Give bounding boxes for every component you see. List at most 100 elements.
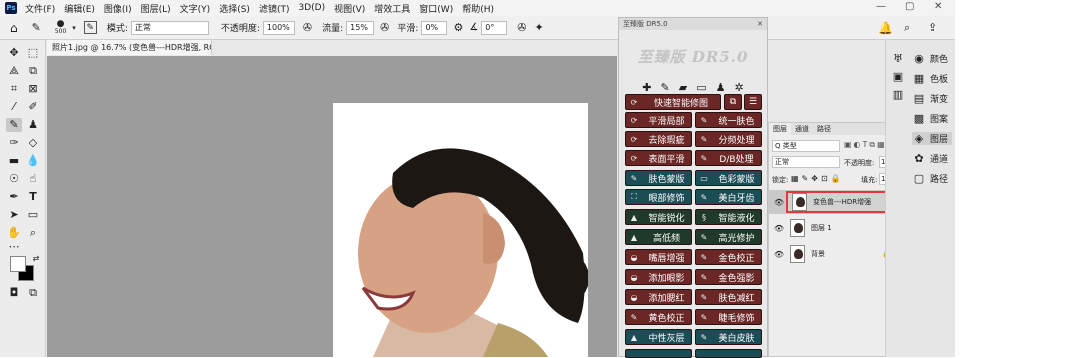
menu-plugins[interactable]: 增效工具 [374,2,410,15]
neutral-gray-button[interactable]: ▲ 中性灰层 [625,329,692,345]
zoom-tool-icon[interactable]: ⌕ [25,226,41,240]
gradient-tool-icon[interactable]: ▬ [6,154,22,168]
quick-smart-retouch-button[interactable]: ⟳ 快速智能修图 [625,94,721,110]
reduce-redness-button[interactable]: ✎ 肤色减红 [695,289,762,305]
quick-select-tool-icon[interactable]: ⟁ [6,64,22,78]
whiten-skin-button[interactable]: ✎ 美白皮肤 [695,329,762,345]
document-tab[interactable]: 照片1.jpg @ 16.7% (变色兽---HDR增强, RGB/8) * [47,40,212,55]
add-eyeshadow-button[interactable]: ◒ 添加眼影 [625,269,692,285]
dodge-tool-icon[interactable]: ☉ [6,172,22,186]
healing-brush-tool-icon[interactable]: ✐ [25,100,41,114]
swap-colors-icon[interactable]: ⇄ [28,252,44,266]
dock-channels[interactable]: ✿ 通道 [912,152,948,165]
pressure-opacity-icon[interactable]: ✇ [303,21,312,34]
menu-type[interactable]: 文字(Y) [180,2,211,15]
tab-channels[interactable]: 通道 [791,123,813,135]
screen-mode-icon[interactable]: ⧉ [25,286,41,300]
hand-tool-icon[interactable]: ✋ [6,226,22,240]
lock-options-icons[interactable]: ▦✎✥⊡🔒 [791,174,844,183]
copy-icon[interactable]: ⧉ [724,94,742,110]
pencil-icon[interactable]: ✎ [661,81,670,94]
menu-image[interactable]: 图像(I) [104,2,132,15]
flow-field[interactable]: 15% [346,20,375,35]
smudge-tool-icon[interactable]: ☝ [25,172,41,186]
menu-filter[interactable]: 滤镜(T) [259,2,290,15]
pen-tool-icon[interactable]: ✒ [6,190,22,204]
stamp-tool-icon[interactable]: ♟ [25,118,41,132]
angle-field[interactable]: 0° [481,20,508,35]
airbrush-icon[interactable]: ✇ [380,21,389,34]
pressure-size-icon[interactable]: ✇ [517,21,526,34]
tab-paths[interactable]: 路径 [813,123,835,135]
brush-tool-icon[interactable]: ✎ [6,118,22,132]
menu-edit[interactable]: 编辑(E) [64,2,95,15]
move-tool-icon[interactable]: ✥ [6,46,22,60]
brush-preset-picker[interactable]: ● 500 [55,19,66,36]
gold-correction-button[interactable]: ✎ 金色校正 [695,249,762,265]
dock-layers[interactable]: ◈ 图层 [912,132,952,145]
share-icon[interactable]: ⇪ [928,21,937,34]
mode-select[interactable]: 正常 [130,20,209,35]
sliders-icon[interactable]: ☰ [744,94,762,110]
dock-paths[interactable]: ▢ 路径 [912,172,948,185]
eye-icon[interactable]: 👁 [772,224,786,233]
eye-icon[interactable]: 👁 [772,198,786,207]
blend-mode-select[interactable]: 正常 [772,156,840,168]
eyedropper-tool-icon[interactable]: ⁄ [6,100,22,114]
object-select-tool-icon[interactable]: ⧉ [25,64,41,78]
yellow-correction-button[interactable]: ✎ 黄色校正 [625,309,692,325]
db-process-button[interactable]: ✎ D/B处理 [695,150,762,166]
bell-icon[interactable]: 🔔 [878,21,893,35]
dock-properties-icon[interactable]: ♅ [891,52,909,65]
path-select-tool-icon[interactable]: ➤ [6,208,22,222]
gold-shadow-button[interactable]: ✎ 金色强影 [695,269,762,285]
symmetry-icon[interactable]: ✦ [535,21,544,34]
menu-file[interactable]: 文件(F) [25,2,55,15]
gear-icon[interactable]: ⚙ [453,21,463,34]
close-icon[interactable]: ✕ [757,18,763,30]
frequency-separation-button[interactable]: ✎ 分频处理 [695,131,762,147]
unify-skin-button[interactable]: ✎ 统一肤色 [695,112,762,128]
smooth-local-button[interactable]: ⟳ 平滑局部 [625,112,692,128]
menu-window[interactable]: 窗口(W) [419,2,453,15]
dock-gradients[interactable]: ▤ 渐变 [912,92,948,105]
people-settings-icon[interactable]: ✲ [734,81,743,94]
color-mask-button[interactable]: ▭ 色彩蒙版 [695,170,762,186]
document-canvas[interactable] [333,103,588,357]
foreground-color-swatch[interactable] [10,256,26,272]
monitor-icon[interactable]: ▭ [696,81,706,94]
layer-filter-icons[interactable]: ▣◐T⧉▦ [844,140,887,150]
eraser-tool-icon[interactable]: ◇ [25,136,41,150]
smooth-field[interactable]: 0% [421,20,448,35]
whiten-teeth-button[interactable]: ✎ 美白牙齿 [695,189,762,205]
dock-adjust-icon[interactable]: ▥ [891,88,909,101]
lip-enhance-button[interactable]: ◒ 嘴唇增强 [625,249,692,265]
blur-tool-icon[interactable]: 💧 [25,154,41,168]
person-icon[interactable]: ♟ [716,81,726,94]
plugin-panel-header[interactable]: 至臻版 DR5.0 ✕ [619,18,767,30]
smart-liquify-button[interactable]: § 智能液化 [695,209,762,225]
remove-blemish-button[interactable]: ⟳ 去除瑕疵 [625,131,692,147]
type-tool-icon[interactable]: T [25,190,41,204]
rectangle-tool-icon[interactable]: ▭ [25,208,41,222]
eyelash-retouch-button[interactable]: ✎ 睫毛修饰 [695,309,762,325]
home-icon[interactable]: ⌂ [10,21,18,35]
menu-3d[interactable]: 3D(D) [298,3,325,13]
search-icon[interactable]: ⌕ [904,21,910,35]
opacity-field[interactable]: 100% [262,20,295,35]
chevron-down-icon[interactable]: ▾ [72,24,76,32]
eye-icon[interactable]: 👁 [772,250,786,259]
bandage-icon[interactable]: ✚ [642,81,651,94]
close-button[interactable]: ✕ [934,1,942,12]
frame-tool-icon[interactable]: ⊠ [25,82,41,96]
dock-patterns[interactable]: ▩ 图案 [912,112,948,125]
ruler-icon[interactable]: ▰ [679,81,687,94]
high-low-frequency-button[interactable]: ▲ 高低频 [625,229,692,245]
menu-help[interactable]: 帮助(H) [462,2,494,15]
history-brush-tool-icon[interactable]: ✑ [6,136,22,150]
add-blush-button[interactable]: ◒ 添加腮红 [625,289,692,305]
dock-color[interactable]: ◉ 颜色 [912,52,948,65]
brush-tool-icon[interactable]: ✎ [32,21,41,34]
layer-kind-filter[interactable]: Q 类型 [772,140,840,152]
dock-swatches[interactable]: ▦ 色板 [912,72,948,85]
